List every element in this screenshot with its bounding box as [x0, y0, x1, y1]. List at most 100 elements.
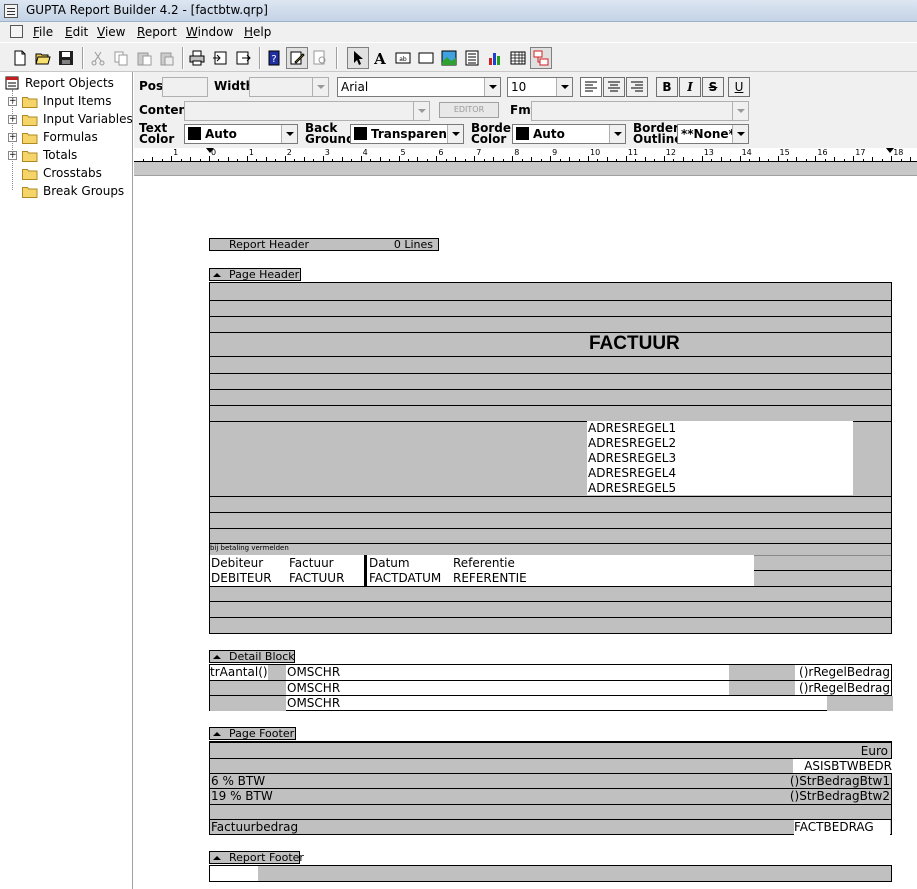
menu-window[interactable]: Window [186, 25, 233, 39]
detail-amount-2[interactable]: rRegelBedrag() [799, 681, 890, 695]
chart-tool-icon[interactable] [484, 47, 506, 69]
value-referentie[interactable]: REFERENTIE [453, 571, 527, 585]
payment-note[interactable]: bij betaling vermelden [210, 544, 289, 553]
collapse-arrow-icon[interactable] [213, 273, 221, 277]
value-debiteur[interactable]: DEBITEUR [211, 571, 272, 585]
page-footer-band[interactable]: Page Footer [209, 727, 296, 740]
menu-help[interactable]: Help [244, 25, 271, 39]
background-label: Back Ground [305, 121, 355, 146]
menu-edit[interactable]: Edit [65, 25, 88, 39]
border-outline-select[interactable]: **None** [677, 124, 749, 144]
detail-qty-field[interactable]: trAantal() [210, 665, 268, 680]
paste-icon[interactable] [133, 47, 155, 69]
import-icon[interactable] [209, 47, 231, 69]
column-datum[interactable]: Datum [369, 556, 410, 570]
break-group-tool-icon[interactable] [530, 47, 552, 69]
horizontal-ruler[interactable]: 1 0 1 2 3 4 5 6 7 8 9 10 11 12 13 14 15 16 17 18 [134, 148, 917, 162]
ruler-tick [654, 159, 656, 161]
paste-special-icon[interactable] [156, 47, 178, 69]
editor-button[interactable]: EDITOR [439, 102, 499, 118]
address-line-2[interactable]: ADRESREGEL2 [588, 436, 676, 450]
footer-btw1-value[interactable]: StrBedragBtw1() [790, 774, 890, 788]
margin-marker-icon[interactable] [206, 148, 214, 153]
collapse-arrow-icon[interactable] [213, 856, 221, 860]
width-select[interactable] [249, 77, 329, 97]
value-factuur[interactable]: FACTUUR [289, 571, 344, 585]
strikethrough-button[interactable]: S [702, 77, 724, 97]
detail-desc-2[interactable]: OMSCHR [287, 681, 340, 695]
fmt-select[interactable] [531, 101, 749, 121]
detail-block-area[interactable]: trAantal() OMSCHR rRegelBedrag() OMSCHR … [209, 664, 893, 711]
document-icon[interactable] [10, 25, 23, 38]
ruler-tick [275, 159, 277, 161]
report-footer-area[interactable] [209, 865, 892, 882]
detail-amount-1[interactable]: rRegelBedrag() [799, 665, 890, 679]
address-line-3[interactable]: ADRESREGEL3 [588, 451, 676, 465]
svg-text:?: ? [271, 54, 276, 65]
address-line-5[interactable]: ADRESREGEL5 [588, 481, 676, 495]
font-select[interactable]: Arial [337, 77, 501, 97]
footer-btw1-label[interactable]: 6 % BTW [211, 774, 265, 788]
detail-desc-3[interactable]: OMSCHR [287, 696, 340, 710]
page-footer-area[interactable]: Euro ASISBTWBEDR 6 % BTW StrBedragBtw1()… [209, 741, 892, 835]
address-line-4[interactable]: ADRESREGEL4 [588, 466, 676, 480]
ruler-tick [303, 157, 305, 161]
picture-tool-icon[interactable] [438, 47, 460, 69]
underline-button[interactable]: U [728, 77, 750, 97]
pos-input[interactable] [162, 77, 208, 97]
footer-total-field[interactable]: FACTBEDRAG [794, 820, 890, 835]
export-icon[interactable] [232, 47, 254, 69]
menu-view[interactable]: View [97, 25, 125, 39]
text-color-select[interactable]: Auto [184, 124, 298, 144]
print-icon[interactable] [186, 47, 208, 69]
design-mode-icon[interactable] [286, 47, 308, 69]
footer-basis-field[interactable]: ASISBTWBEDR [793, 759, 892, 773]
save-icon[interactable] [55, 47, 77, 69]
footer-btw2-value[interactable]: StrBedragBtw2() [790, 789, 890, 803]
menu-report[interactable]: Report [137, 25, 177, 39]
align-left-button[interactable] [580, 77, 602, 97]
help-book-icon[interactable]: ? [263, 47, 285, 69]
address-line-1[interactable]: ADRESREGEL1 [588, 421, 676, 435]
value-datum[interactable]: FACTDATUM [369, 571, 449, 585]
page-header-band[interactable]: Page Header [209, 268, 301, 281]
border-color-select[interactable]: Auto [512, 124, 626, 144]
collapse-arrow-icon[interactable] [213, 732, 221, 736]
italic-button[interactable]: I [679, 77, 701, 97]
invoice-title[interactable]: FACTUUR [589, 333, 680, 355]
collapse-arrow-icon[interactable] [213, 655, 221, 659]
footer-btw2-label[interactable]: 19 % BTW [211, 789, 273, 803]
tree-item-label: Input Items [43, 94, 112, 108]
font-size-select[interactable]: 10 [507, 77, 573, 97]
align-right-button[interactable] [626, 77, 648, 97]
cut-icon[interactable] [87, 47, 109, 69]
margin-marker-icon[interactable] [886, 148, 894, 153]
field-tool-icon[interactable]: ab [392, 47, 414, 69]
content-select[interactable] [184, 101, 430, 121]
column-debiteur[interactable]: Debiteur [211, 556, 263, 570]
bold-button[interactable]: B [656, 77, 678, 97]
detail-block-band[interactable]: Detail Block [209, 650, 295, 663]
detail-desc-1[interactable]: OMSCHR [287, 665, 340, 679]
footer-currency[interactable]: Euro [861, 744, 888, 758]
align-center-button[interactable] [603, 77, 625, 97]
text-tool-icon[interactable]: A [369, 47, 391, 69]
background-select[interactable]: Transparent [350, 124, 464, 144]
menu-file[interactable]: File [33, 25, 53, 39]
footer-total-label[interactable]: Factuurbedrag [211, 820, 298, 834]
list-tool-icon[interactable] [461, 47, 483, 69]
crosstab-tool-icon[interactable] [507, 47, 529, 69]
copy-icon[interactable] [110, 47, 132, 69]
column-referentie[interactable]: Referentie [453, 556, 515, 570]
ruler-label: 4 [362, 148, 368, 157]
report-header-band[interactable]: Report Header 0 Lines [209, 238, 439, 251]
preview-icon[interactable] [309, 47, 331, 69]
page-header-area[interactable]: FACTUUR ADRESREGEL1 ADRESREGEL2 ADRESREG… [209, 282, 892, 634]
folder-icon [22, 133, 38, 144]
rectangle-tool-icon[interactable] [415, 47, 437, 69]
open-folder-icon[interactable] [32, 47, 54, 69]
column-factuur[interactable]: Factuur [289, 556, 334, 570]
new-file-icon[interactable] [9, 47, 31, 69]
report-footer-band[interactable]: Report Footer [209, 851, 304, 864]
pointer-tool-icon[interactable] [347, 47, 369, 69]
